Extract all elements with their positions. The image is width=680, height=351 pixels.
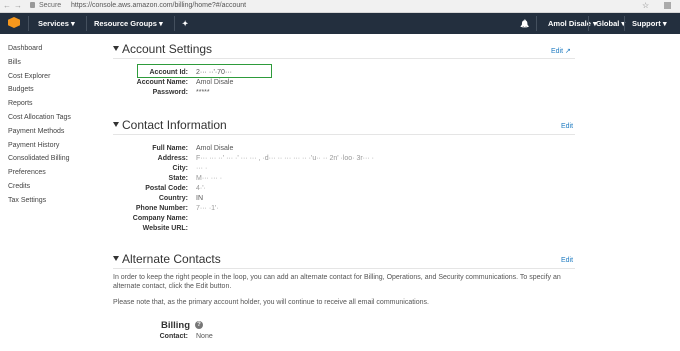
sidebar-item-payment-history[interactable]: Payment History bbox=[8, 141, 71, 155]
collapse-triangle-icon[interactable] bbox=[113, 256, 119, 261]
country-value: IN bbox=[196, 195, 203, 202]
sidebar-item-cost-explorer[interactable]: Cost Explorer bbox=[8, 72, 71, 86]
nav-divider bbox=[28, 16, 29, 31]
pin-icon[interactable]: ✦ bbox=[182, 19, 188, 28]
bookmark-star-icon[interactable]: ☆ bbox=[642, 1, 649, 10]
company-name-label: Company Name: bbox=[132, 215, 188, 222]
contact-information-title[interactable]: Contact Information bbox=[113, 118, 227, 132]
section-heading: Contact Information bbox=[122, 118, 227, 132]
account-id-value: 2··· ··'·70··· bbox=[196, 69, 232, 76]
account-settings-edit-link[interactable]: Edit ↗ bbox=[551, 47, 571, 55]
nav-divider bbox=[174, 16, 175, 31]
forward-icon[interactable]: → bbox=[14, 1, 22, 10]
support-menu[interactable]: Support ▾ bbox=[632, 19, 667, 28]
nav-divider bbox=[588, 16, 589, 31]
nav-divider bbox=[624, 16, 625, 31]
account-settings-title[interactable]: Account Settings bbox=[113, 42, 212, 56]
state-label: State: bbox=[168, 175, 188, 182]
nav-divider bbox=[86, 16, 87, 31]
sidebar-item-tax-settings[interactable]: Tax Settings bbox=[8, 196, 71, 210]
state-value: M··· ··· · bbox=[196, 175, 223, 182]
aws-top-nav: Services ▾ Resource Groups ▾ ✦ 🔔 Amol Di… bbox=[0, 13, 680, 34]
lock-icon bbox=[30, 2, 35, 8]
aws-logo-icon[interactable] bbox=[8, 17, 20, 28]
sidebar-item-bills[interactable]: Bills bbox=[8, 58, 71, 72]
address-label: Address: bbox=[157, 155, 188, 162]
bell-icon[interactable]: 🔔 bbox=[520, 19, 529, 28]
account-name-label: Account Name: bbox=[136, 79, 188, 86]
address-value: F··· ··· ··' ··· ·' ··· ··· , ·d··· ·· ·… bbox=[196, 155, 374, 162]
sidebar-item-budgets[interactable]: Budgets bbox=[8, 85, 71, 99]
account-id-label: Account Id: bbox=[149, 69, 189, 76]
sidebar-item-preferences[interactable]: Preferences bbox=[8, 168, 71, 182]
extension-icon[interactable] bbox=[664, 2, 671, 9]
password-label: Password: bbox=[152, 89, 188, 96]
help-icon[interactable]: ? bbox=[195, 321, 203, 329]
collapse-triangle-icon[interactable] bbox=[113, 46, 119, 51]
postal-code-label: Postal Code: bbox=[145, 185, 188, 192]
nav-divider bbox=[536, 16, 537, 31]
sidebar-item-reports[interactable]: Reports bbox=[8, 99, 71, 113]
billing-contact-label: Contact: bbox=[159, 333, 188, 340]
sidebar-item-payment-methods[interactable]: Payment Methods bbox=[8, 127, 71, 141]
sidebar-item-dashboard[interactable]: Dashboard bbox=[8, 44, 71, 58]
sidebar-item-credits[interactable]: Credits bbox=[8, 182, 71, 196]
password-value: ***** bbox=[196, 89, 210, 96]
alternate-contacts-edit-link[interactable]: Edit bbox=[561, 257, 573, 264]
secure-label: Secure bbox=[39, 2, 62, 9]
full-name-label: Full Name: bbox=[152, 145, 188, 152]
full-name-value: Amol Disale bbox=[196, 145, 234, 152]
billing-sidebar: Dashboard Bills Cost Explorer Budgets Re… bbox=[8, 44, 71, 210]
back-icon[interactable]: ← bbox=[3, 1, 11, 10]
sidebar-item-cost-allocation-tags[interactable]: Cost Allocation Tags bbox=[8, 113, 71, 127]
phone-number-value: 7··· ·1'· bbox=[196, 205, 219, 212]
section-heading: Account Settings bbox=[122, 42, 213, 56]
resource-groups-menu[interactable]: Resource Groups ▾ bbox=[94, 19, 163, 28]
city-label: City: bbox=[172, 165, 188, 172]
section-divider bbox=[113, 134, 575, 135]
collapse-triangle-icon[interactable] bbox=[113, 122, 119, 127]
website-url-label: Website URL: bbox=[142, 225, 188, 232]
phone-number-label: Phone Number: bbox=[135, 205, 188, 212]
section-divider bbox=[113, 268, 575, 269]
contact-information-edit-link[interactable]: Edit bbox=[561, 123, 573, 130]
billing-contact-heading: Billing bbox=[161, 320, 191, 331]
user-menu[interactable]: Amol Disale ▾ bbox=[548, 19, 597, 28]
sidebar-item-consolidated-billing[interactable]: Consolidated Billing bbox=[8, 154, 71, 168]
postal-code-value: 4·'· bbox=[196, 185, 206, 192]
alternate-contacts-description: In order to keep the right people in the… bbox=[113, 274, 561, 290]
browser-url-bar: ← → Secure https://console.aws.amazon.co… bbox=[0, 0, 680, 13]
billing-contact-value: None bbox=[196, 333, 213, 340]
region-menu[interactable]: Global ▾ bbox=[596, 19, 625, 28]
section-divider bbox=[113, 58, 575, 59]
section-heading: Alternate Contacts bbox=[122, 252, 221, 266]
primary-holder-note: Please note that, as the primary account… bbox=[113, 299, 429, 306]
alternate-contacts-title[interactable]: Alternate Contacts bbox=[113, 252, 221, 266]
account-name-value: Amol Disale bbox=[196, 79, 234, 86]
address-bar[interactable]: https://console.aws.amazon.com/billing/h… bbox=[71, 2, 246, 9]
country-label: Country: bbox=[158, 195, 188, 202]
city-value: ··· · bbox=[196, 165, 208, 172]
services-menu[interactable]: Services ▾ bbox=[38, 19, 75, 28]
